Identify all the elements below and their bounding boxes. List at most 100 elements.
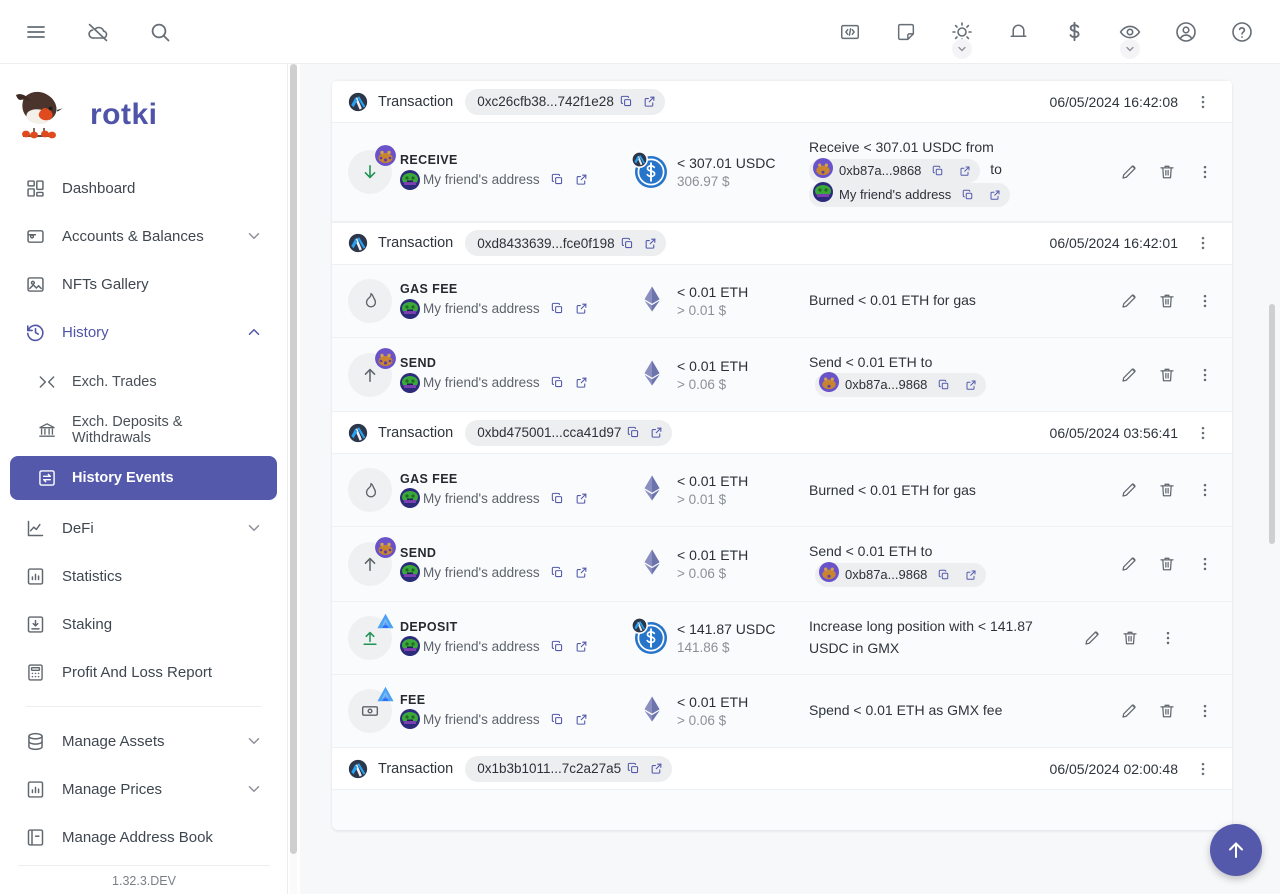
event-row[interactable]: SEND My friend's address < 0.01 ETH > 0.…: [332, 527, 1232, 603]
copy-icon[interactable]: [547, 169, 568, 190]
edit-icon[interactable]: [1116, 159, 1142, 185]
copy-icon[interactable]: [547, 636, 568, 657]
copy-icon[interactable]: [927, 160, 948, 181]
copy-icon[interactable]: [547, 488, 568, 509]
transaction-more-icon[interactable]: [1188, 228, 1218, 258]
external-link-icon[interactable]: [639, 91, 660, 112]
external-link-icon[interactable]: [571, 709, 592, 730]
transaction-header-row[interactable]: Transaction 0xc26cfb38...742f1e28 06/05/…: [332, 80, 1232, 123]
event-more-icon[interactable]: [1192, 551, 1218, 577]
external-link-icon[interactable]: [640, 233, 661, 254]
transaction-hash-chip[interactable]: 0x1b3b1011...7c2a27a5: [465, 755, 673, 782]
edit-icon[interactable]: [1116, 551, 1142, 577]
code-icon[interactable]: [830, 12, 870, 52]
sidebar-item-nfts-gallery[interactable]: NFTs Gallery: [10, 260, 277, 308]
transaction-header-row[interactable]: Transaction 0xd8433639...fce0f198 06/05/…: [332, 221, 1232, 265]
external-link-icon[interactable]: [571, 488, 592, 509]
event-more-icon[interactable]: [1192, 362, 1218, 388]
transaction-header-row[interactable]: Transaction 0x1b3b1011...7c2a27a5 06/05/…: [332, 747, 1232, 791]
copy-icon[interactable]: [933, 565, 954, 586]
sidebar-item-exch-deposits-withdrawals[interactable]: Exch. Deposits & Withdrawals: [10, 408, 277, 452]
notes-icon[interactable]: [886, 12, 926, 52]
edit-icon[interactable]: [1116, 698, 1142, 724]
privacy-chevron-down-icon[interactable]: [1120, 38, 1140, 59]
sidebar-item-history[interactable]: History: [10, 308, 277, 356]
notes-address-chip[interactable]: 0xb87a...9868: [815, 372, 987, 398]
chevron-down-icon[interactable]: [245, 519, 263, 537]
brand-logo[interactable]: rotki: [0, 64, 287, 164]
theme-sun-icon[interactable]: [942, 12, 982, 59]
delete-icon[interactable]: [1154, 698, 1180, 724]
delete-icon[interactable]: [1154, 477, 1180, 503]
copy-icon[interactable]: [547, 298, 568, 319]
sidebar-item-defi[interactable]: DeFi: [10, 504, 277, 552]
copy-icon[interactable]: [933, 375, 954, 396]
delete-icon[interactable]: [1117, 625, 1143, 651]
sidebar-item-history-events[interactable]: History Events: [10, 456, 277, 500]
chevron-down-icon[interactable]: [245, 732, 263, 750]
notes-address-chip[interactable]: 0xb87a...9868: [815, 562, 987, 588]
delete-icon[interactable]: [1154, 362, 1180, 388]
external-link-icon[interactable]: [646, 422, 667, 443]
menu-icon[interactable]: [16, 12, 56, 52]
eye-icon[interactable]: [1110, 12, 1150, 59]
help-circle-icon[interactable]: [1222, 12, 1262, 52]
transaction-more-icon[interactable]: [1188, 418, 1218, 448]
sidebar-scrollbar-thumb[interactable]: [290, 64, 297, 854]
edit-icon[interactable]: [1116, 362, 1142, 388]
copy-icon[interactable]: [547, 562, 568, 583]
copy-icon[interactable]: [623, 422, 644, 443]
sidebar-item-statistics[interactable]: Statistics: [10, 552, 277, 600]
event-more-icon[interactable]: [1192, 698, 1218, 724]
chevron-down-icon[interactable]: [245, 780, 263, 798]
sidebar-item-accounts-balances[interactable]: Accounts & Balances: [10, 212, 277, 260]
edit-icon[interactable]: [1116, 477, 1142, 503]
copy-icon[interactable]: [623, 758, 644, 779]
event-more-icon[interactable]: [1192, 159, 1218, 185]
sidebar-item-profit-and-loss-report[interactable]: Profit And Loss Report: [10, 648, 277, 696]
delete-icon[interactable]: [1154, 159, 1180, 185]
scroll-to-top-button[interactable]: [1210, 824, 1262, 876]
transaction-hash-chip[interactable]: 0xd8433639...fce0f198: [465, 230, 666, 257]
theme-chevron-down-icon[interactable]: [952, 38, 972, 59]
edit-icon[interactable]: [1079, 625, 1105, 651]
external-link-icon[interactable]: [646, 758, 667, 779]
event-row[interactable]: FEE My friend's address < 0.01 ETH > 0.0…: [332, 675, 1232, 748]
sidebar-scrollbar-track[interactable]: [290, 64, 297, 894]
delete-icon[interactable]: [1154, 288, 1180, 314]
sidebar-item-manage-address-book[interactable]: Manage Address Book: [10, 813, 277, 861]
event-more-icon[interactable]: [1155, 625, 1181, 651]
external-link-icon[interactable]: [960, 565, 981, 586]
delete-icon[interactable]: [1154, 551, 1180, 577]
external-link-icon[interactable]: [571, 636, 592, 657]
event-more-icon[interactable]: [1192, 477, 1218, 503]
copy-icon[interactable]: [957, 184, 978, 205]
transaction-hash-chip[interactable]: 0xbd475001...cca41d97: [465, 419, 673, 446]
copy-icon[interactable]: [547, 372, 568, 393]
transaction-more-icon[interactable]: [1188, 754, 1218, 784]
copy-icon[interactable]: [616, 91, 637, 112]
external-link-icon[interactable]: [984, 184, 1005, 205]
sidebar-item-exch-trades[interactable]: Exch. Trades: [10, 360, 277, 404]
external-link-icon[interactable]: [571, 169, 592, 190]
transaction-more-icon[interactable]: [1188, 87, 1218, 117]
sidebar-item-staking[interactable]: Staking: [10, 600, 277, 648]
external-link-icon[interactable]: [571, 562, 592, 583]
copy-icon[interactable]: [547, 709, 568, 730]
chevron-up-icon[interactable]: [245, 323, 263, 341]
cloud-off-icon[interactable]: [78, 12, 118, 52]
external-link-icon[interactable]: [571, 372, 592, 393]
external-link-icon[interactable]: [960, 375, 981, 396]
external-link-icon[interactable]: [954, 160, 975, 181]
external-link-icon[interactable]: [571, 298, 592, 319]
sidebar-item-manage-assets[interactable]: Manage Assets: [10, 717, 277, 765]
edit-icon[interactable]: [1116, 288, 1142, 314]
notes-address-chip[interactable]: My friend's address: [809, 181, 1011, 207]
copy-icon[interactable]: [617, 233, 638, 254]
dollar-icon[interactable]: [1054, 12, 1094, 52]
sidebar-item-dashboard[interactable]: Dashboard: [10, 164, 277, 212]
event-more-icon[interactable]: [1192, 288, 1218, 314]
notes-address-chip[interactable]: 0xb87a...9868: [809, 157, 981, 183]
account-circle-icon[interactable]: [1166, 12, 1206, 52]
transaction-hash-chip[interactable]: 0xc26cfb38...742f1e28: [465, 88, 665, 115]
